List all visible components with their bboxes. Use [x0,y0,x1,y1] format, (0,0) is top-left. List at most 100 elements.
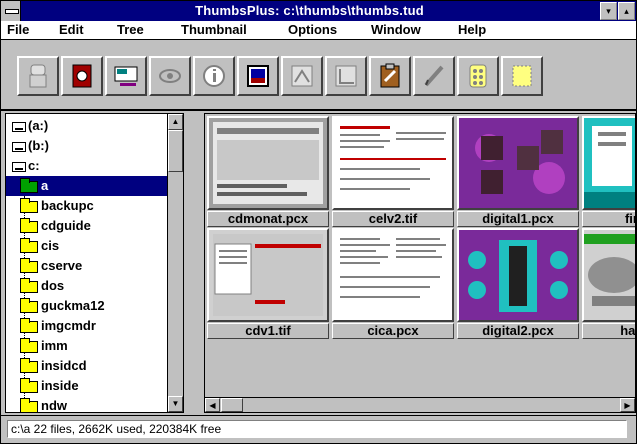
tree-drive-label: (b:) [28,138,49,153]
window-title: ThumbsPlus: c:\thumbs\thumbs.tud [195,3,424,18]
thumbnail-pane[interactable]: cdmonat.pcx celv2.tif digital1.pcx finge… [204,113,636,413]
viewer-button[interactable] [237,56,279,96]
thumbnail-item[interactable]: digital2.pcx [457,228,579,340]
thumbnail-preview [213,234,323,316]
folder-tree[interactable]: (a:) (b:) c: a backupc cdguide cis cserv… [5,113,184,413]
thumbnail-image [332,116,454,210]
menu-window-label: Window [371,22,421,37]
thumbnail-item[interactable]: cica.pcx [332,228,454,340]
thumbnail-item[interactable]: celv2.tif [332,116,454,228]
thumbnail-item[interactable]: finger [582,116,635,228]
menu-file-label: File [7,22,30,37]
clipboard-button[interactable] [369,56,411,96]
viewer-icon [247,65,269,87]
tree-drive-a[interactable]: (a:) [12,116,48,136]
tree-drive-b[interactable]: (b:) [12,136,49,156]
tree-folder-label: a [41,178,49,193]
thumbnail-item[interactable]: hardwa [582,228,635,340]
folder-icon [20,317,38,333]
scroll-thumb[interactable] [168,130,183,172]
thumbnail-item[interactable]: digital1.pcx [457,116,579,228]
crop-icon [512,65,532,87]
menu-thumbnail[interactable]: Thumbnail [181,22,247,37]
camera-button[interactable] [61,56,103,96]
thumbnail-horizontal-scrollbar[interactable]: ◀ ▶ [204,397,636,413]
thumbnail-caption: celv2.tif [332,211,454,227]
tree-drive-c[interactable]: c: [12,156,40,176]
chart-button[interactable] [325,56,367,96]
floppy-drive-icon [12,141,26,152]
tree-folder-label: inside [41,378,79,393]
tree-folder[interactable]: cserve [20,256,82,276]
scroll-left-button[interactable]: ◀ [205,398,220,412]
crop-button[interactable] [501,56,543,96]
eye-button[interactable] [149,56,191,96]
eye-icon [159,69,181,83]
horizontal-scroll-thumb[interactable] [221,398,243,412]
status-bar: c:\a 22 files, 2662K used, 220384K free [1,415,636,443]
thumbnail-caption: hardwa [582,323,635,339]
tree-folder[interactable]: ndw [20,396,67,412]
menu-file[interactable]: File [7,22,29,37]
thumbnail-caption: cica.pcx [332,323,454,339]
pencil-button[interactable] [413,56,455,96]
scroll-right-button[interactable]: ▶ [620,398,635,412]
thumbnail-item[interactable]: cdmonat.pcx [207,116,329,228]
tree-drive-label: c: [28,158,40,173]
menu-help-label: Help [458,22,487,37]
system-menu-button[interactable] [1,1,21,21]
thumbnail-item[interactable]: cdv1.tif [207,228,329,340]
menu-window[interactable]: Window [371,22,421,37]
folder-icon [20,397,38,412]
menu-help[interactable]: Help [458,22,486,37]
maximize-button[interactable]: ▴ [618,2,635,20]
pencil-icon [424,65,444,87]
minimize-button[interactable]: ▾ [600,2,617,20]
tree-drive-label: (a:) [28,118,49,133]
scroll-down-button[interactable]: ▼ [168,396,183,412]
tree-folder[interactable]: dos [20,276,64,296]
tree-folder[interactable]: cdguide [20,216,91,236]
menu-options[interactable]: Options [288,22,337,37]
thumbnail-caption: finger [582,211,635,227]
tree-folder[interactable]: insidcd [20,356,87,376]
menu-bar: File Edit Tree Thumbnail Options Window … [1,21,636,40]
title-bar[interactable]: ThumbsPlus: c:\thumbs\thumbs.tud ▾ ▴ [1,1,636,21]
open-folder-icon [20,177,38,193]
scanner-button[interactable] [17,56,59,96]
folder-icon [20,297,38,313]
thumbnail-caption: digital1.pcx [457,211,579,227]
thumbnail-image [582,116,635,210]
folder-icon [20,277,38,293]
graph-icon [291,65,313,87]
thumbnail-caption: digital2.pcx [457,323,579,339]
tree-folder[interactable]: backupc [20,196,94,216]
menu-tree[interactable]: Tree [117,22,144,37]
chart-icon [335,65,357,87]
slideshow-button[interactable] [105,56,147,96]
tree-folder[interactable]: inside [20,376,79,396]
thumbnail-preview [340,238,446,298]
tree-folder-label: insidcd [41,358,87,373]
thumbnail-image [457,116,579,210]
tree-folder[interactable]: cis [20,236,59,256]
thumbnail-image [332,228,454,322]
thumbnail-image [582,228,635,322]
grid-icon [469,64,487,88]
tree-folder[interactable]: guckma12 [20,296,105,316]
info-button[interactable] [193,56,235,96]
tree-folder-selected[interactable]: a [6,176,172,196]
tree-folder-label: imgcmdr [41,318,96,333]
graph-button[interactable] [281,56,323,96]
menu-edit[interactable]: Edit [59,22,84,37]
tree-folder-label: dos [41,278,65,293]
folder-icon [20,377,38,393]
scroll-up-button[interactable]: ▲ [168,114,183,130]
tree-folder[interactable]: imm [20,336,68,356]
thumbnail-preview [584,118,635,208]
tree-vertical-scrollbar[interactable]: ▲ ▼ [167,114,183,412]
grid-button[interactable] [457,56,499,96]
tree-folder-label: backupc [41,198,94,213]
tree-folder[interactable]: imgcmdr [20,316,96,336]
menu-options-label: Options [288,22,338,37]
